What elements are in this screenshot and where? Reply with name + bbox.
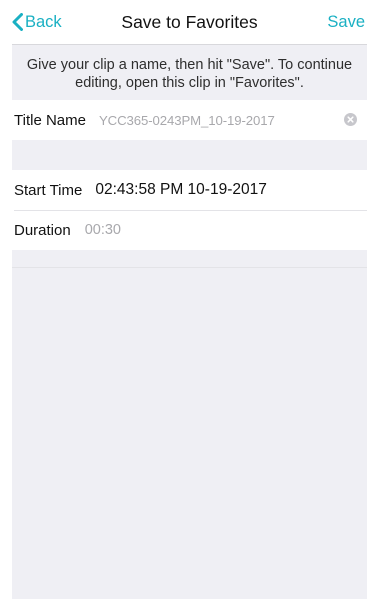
navigation-bar: Back Save to Favorites Save <box>12 0 367 45</box>
duration-row: Duration 00:30 <box>12 210 367 250</box>
clear-circle-icon[interactable] <box>344 113 357 126</box>
empty-background <box>12 267 367 599</box>
page-title: Save to Favorites <box>121 12 258 32</box>
section-gap <box>12 140 367 170</box>
chevron-left-icon <box>12 13 23 31</box>
title-name-input[interactable]: YCC365-0243PM_10-19-2017 <box>99 113 275 128</box>
title-name-label: Title Name <box>14 111 86 129</box>
back-label: Back <box>25 12 62 31</box>
instructions-text: Give your clip a name, then hit "Save". … <box>12 45 367 100</box>
title-name-row[interactable]: Title Name YCC365-0243PM_10-19-2017 <box>12 100 367 140</box>
save-button[interactable]: Save <box>327 0 365 44</box>
start-time-label: Start Time <box>14 181 83 199</box>
duration-value: 00:30 <box>84 222 121 238</box>
start-time-value: 02:43:58 PM 10-19-2017 <box>95 181 267 198</box>
back-button[interactable]: Back <box>12 0 62 44</box>
duration-label: Duration <box>14 221 71 239</box>
screen: Back Save to Favorites Save Give your cl… <box>0 0 367 599</box>
start-time-row: Start Time 02:43:58 PM 10-19-2017 <box>12 170 367 210</box>
save-to-favorites-view: Back Save to Favorites Save Give your cl… <box>12 0 367 599</box>
